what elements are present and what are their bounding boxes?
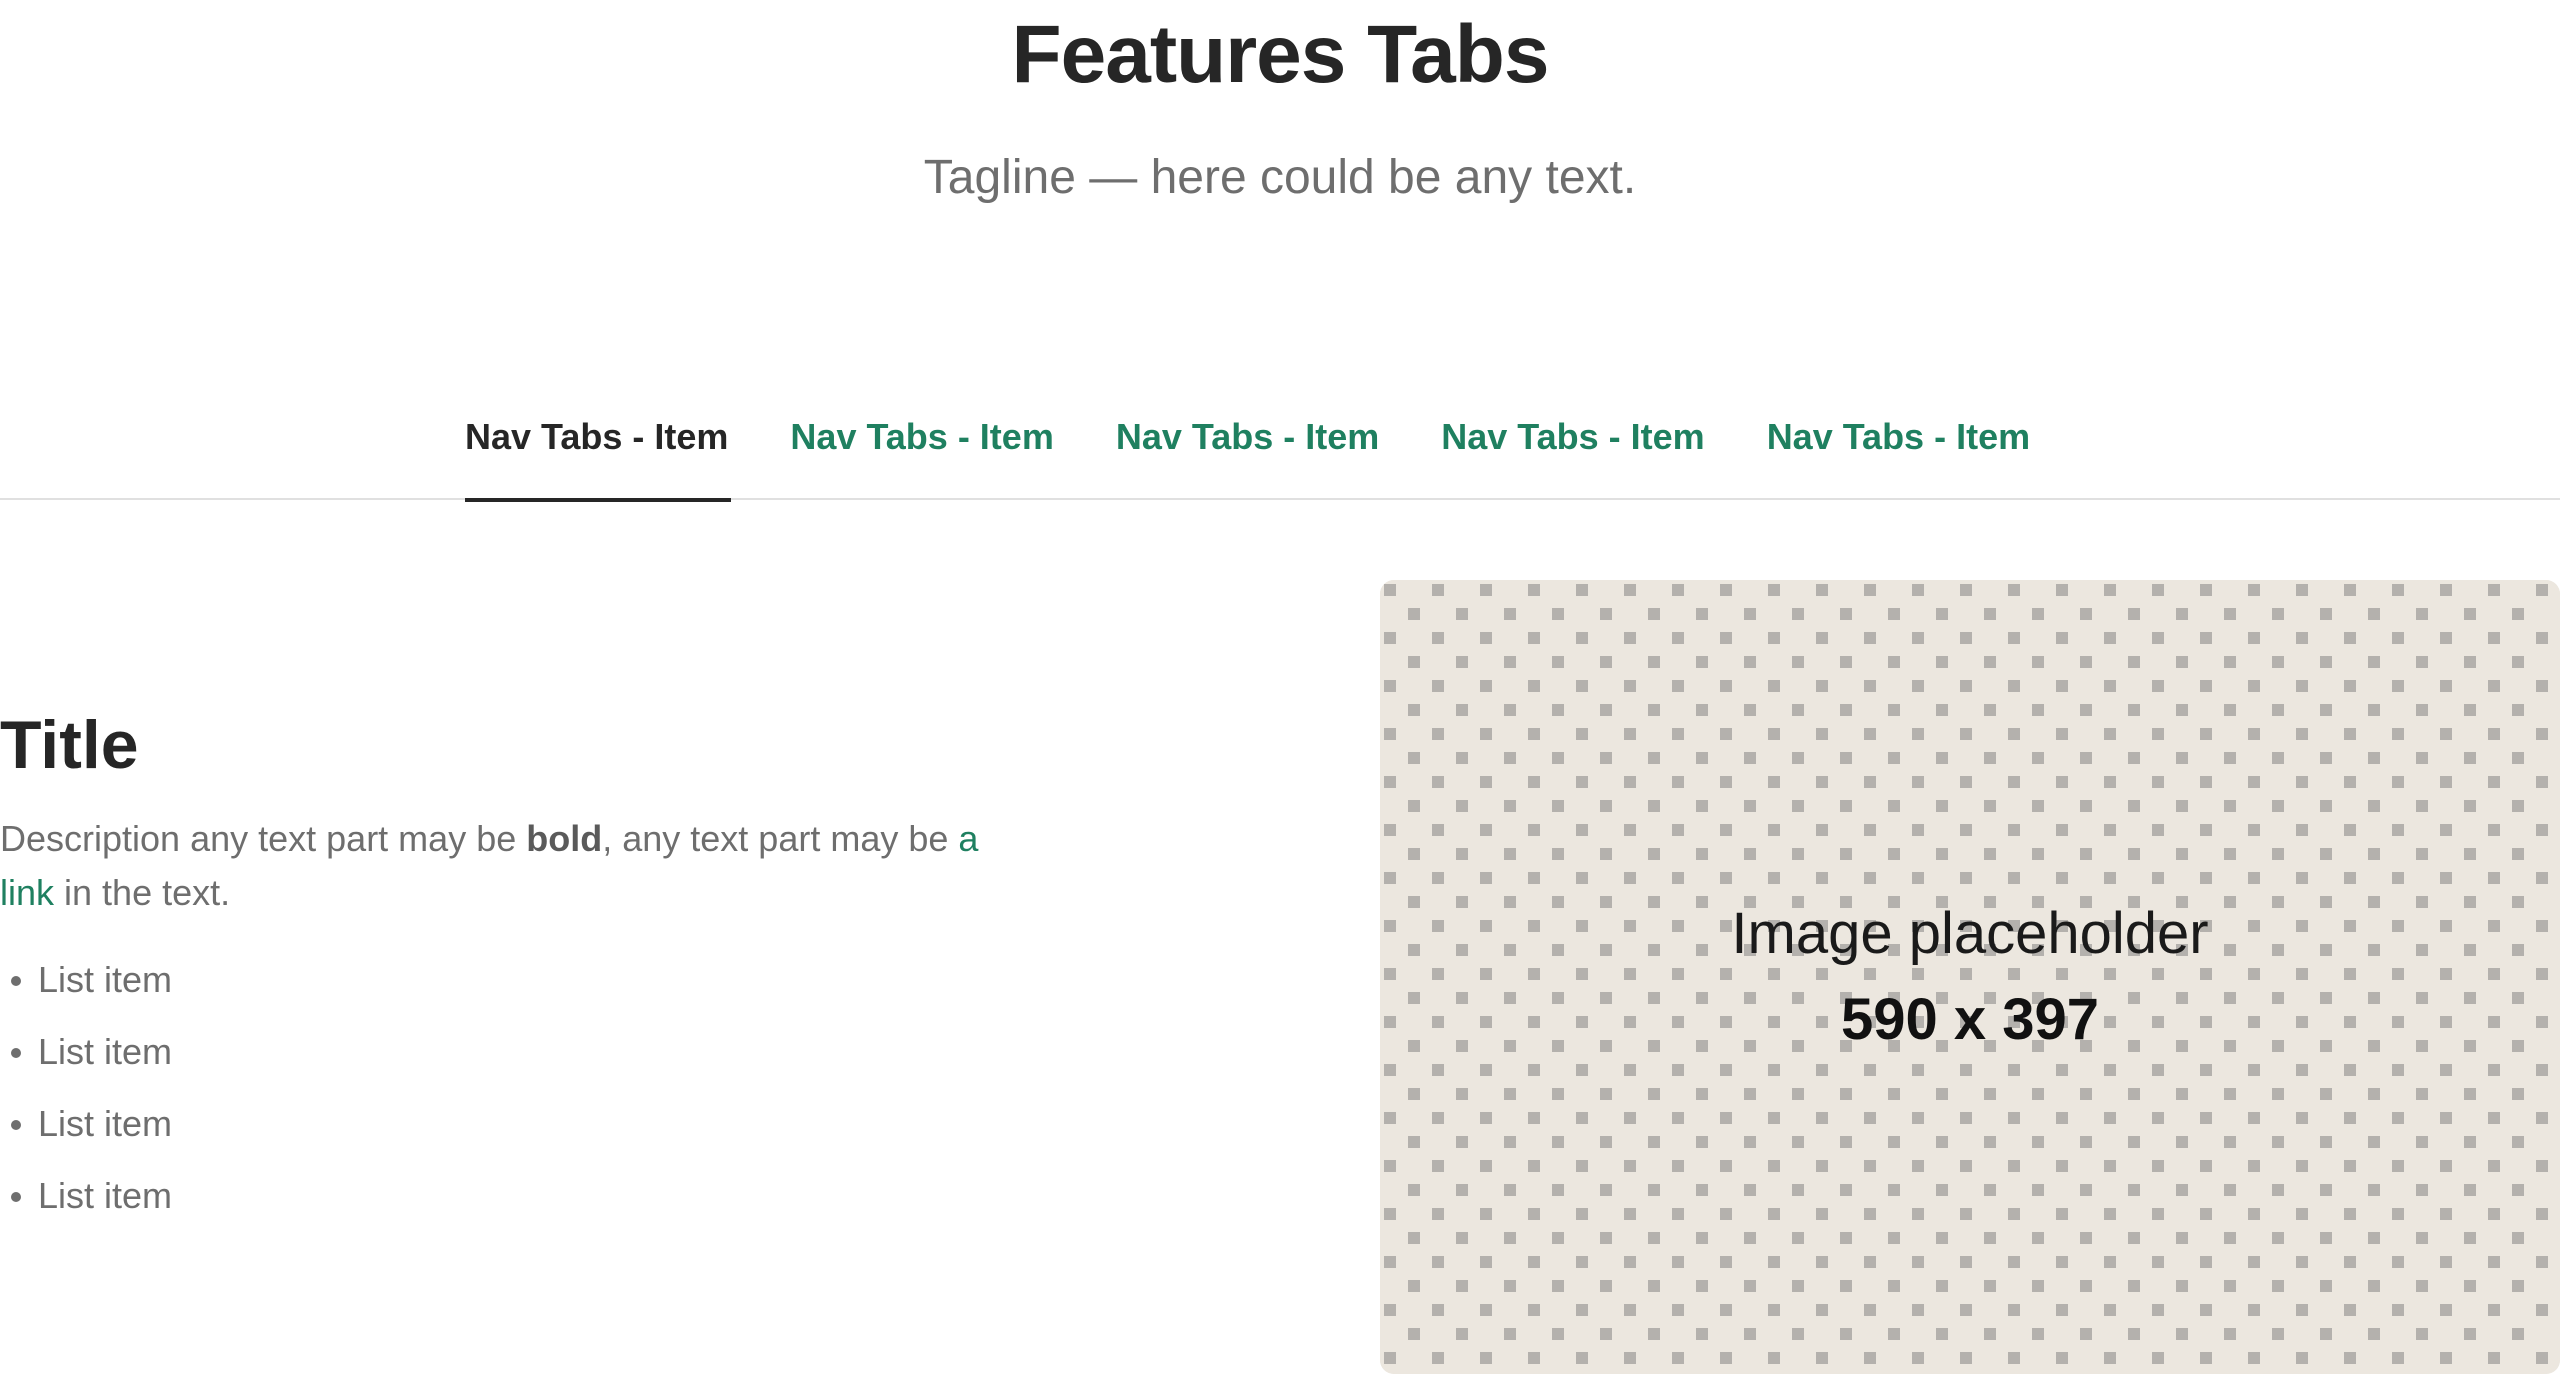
image-placeholder: Image placeholder 590 x 397 [1380,580,2560,1374]
content-list: List item List item List item List item [0,944,1000,1232]
content-title: Title [0,707,139,783]
tab-item-5[interactable]: Nav Tabs - Item [1767,400,2030,500]
placeholder-label: Image placeholder [1731,901,2209,966]
description-text: Description any text part may be [0,818,527,859]
page-title: Features Tabs [1011,9,1550,100]
tab-item-4[interactable]: Nav Tabs - Item [1441,400,1704,500]
description-bold-text: bold [526,818,603,859]
placeholder-caption: Image placeholder 590 x 397 [1380,580,2560,1374]
tab-item-1[interactable]: Nav Tabs - Item [465,400,732,502]
placeholder-size: 590 x 397 [1840,987,2100,1052]
description-text: in the text. [54,872,231,913]
list-item: List item [0,944,1000,1016]
description-text: , any text part may be [602,818,959,859]
content-description: Description any text part may be bold, a… [0,812,1000,920]
tab-content: Title Description any text part may be b… [0,700,1000,1232]
tab-item-2[interactable]: Nav Tabs - Item [790,400,1053,500]
list-item: List item [0,1088,1000,1160]
page-tagline: Tagline — here could be any text. [923,151,1637,204]
list-item: List item [0,1160,1000,1232]
list-item: List item [0,1016,1000,1088]
tab-list: Nav Tabs - Item Nav Tabs - Item Nav Tabs… [465,400,2030,502]
nav-tabs: Nav Tabs - Item Nav Tabs - Item Nav Tabs… [0,400,2560,502]
tab-item-3[interactable]: Nav Tabs - Item [1116,400,1379,500]
